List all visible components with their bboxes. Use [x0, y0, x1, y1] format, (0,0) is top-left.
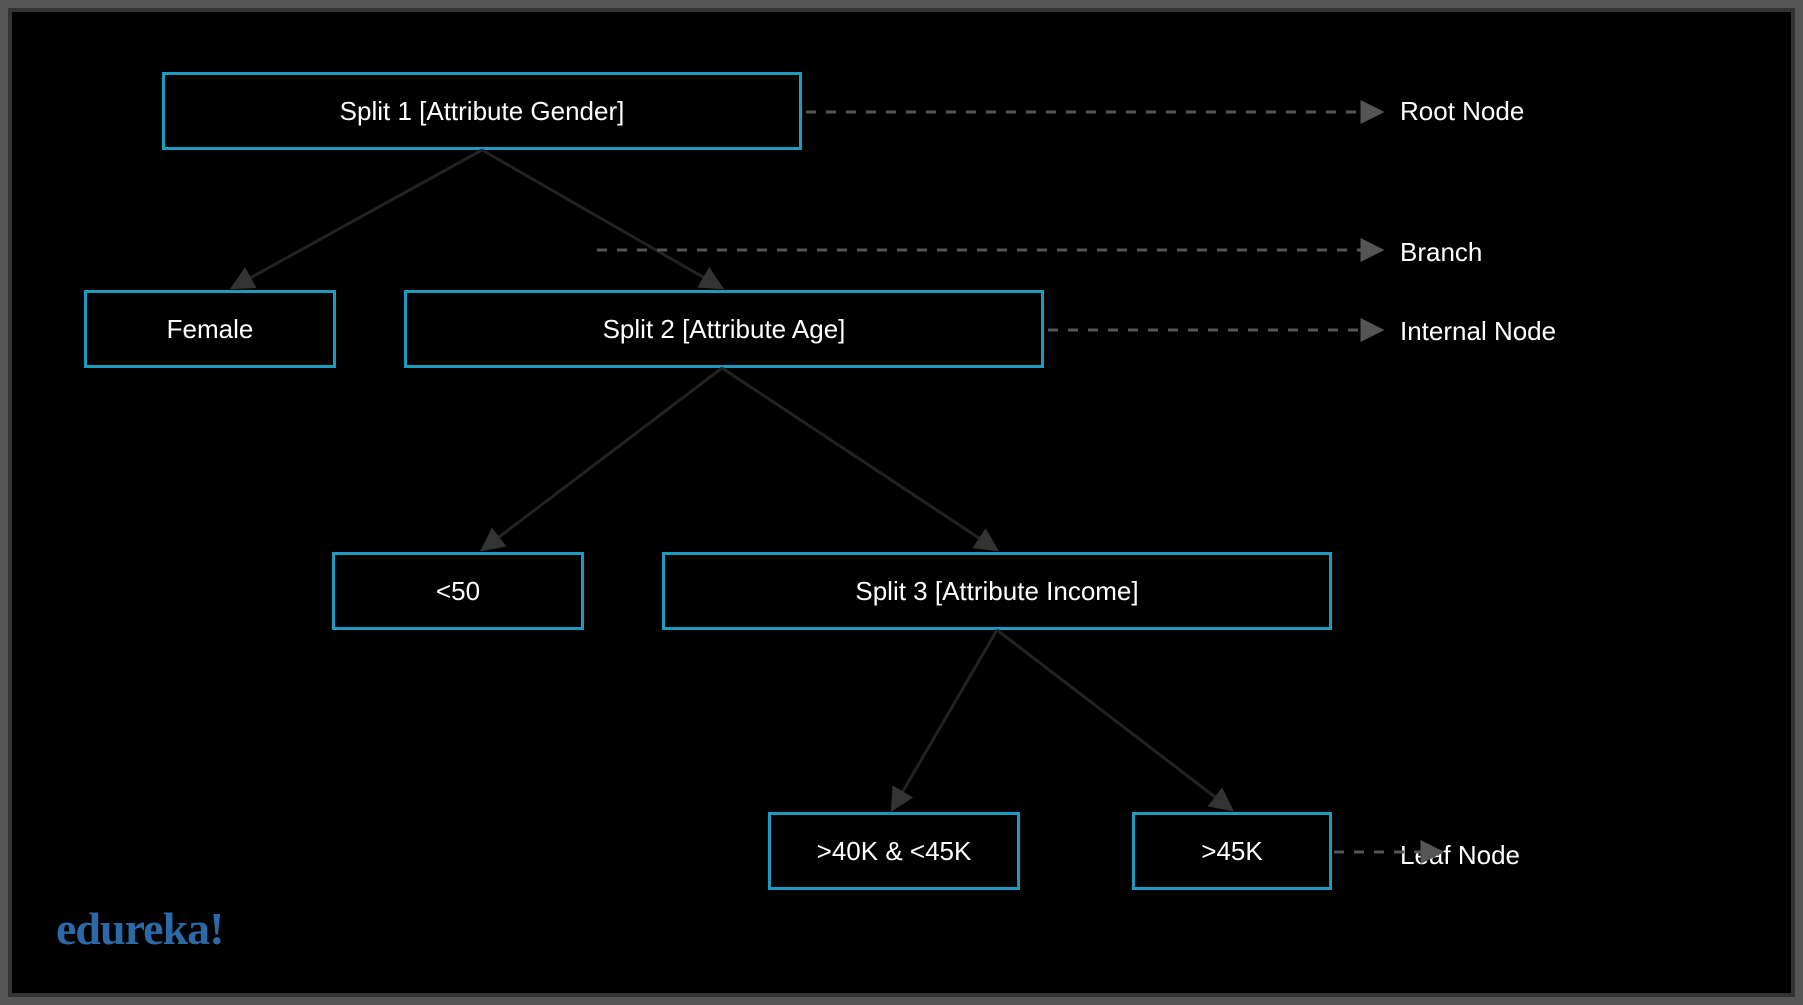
label-internal-node: Internal Node: [1400, 316, 1556, 347]
box-gt45k: >45K: [1132, 812, 1332, 890]
box-female-label: Female: [167, 314, 254, 345]
edge-split1-female: [232, 150, 482, 288]
box-lt50: <50: [332, 552, 584, 630]
box-split1-label: Split 1 [Attribute Gender]: [340, 96, 625, 127]
label-root-node: Root Node: [1400, 96, 1524, 127]
box-inc40-45-label: >40K & <45K: [817, 836, 972, 867]
box-inc40-45: >40K & <45K: [768, 812, 1020, 890]
edge-split2-lt50: [482, 368, 722, 550]
edge-split3-inc4045: [892, 630, 997, 810]
box-split1: Split 1 [Attribute Gender]: [162, 72, 802, 150]
edge-split3-gt45k: [997, 630, 1232, 810]
box-split2: Split 2 [Attribute Age]: [404, 290, 1044, 368]
label-leaf-node: Leaf Node: [1400, 840, 1520, 871]
edureka-logo: edureka!: [56, 902, 224, 955]
edge-split2-split3: [722, 368, 997, 550]
box-lt50-label: <50: [436, 576, 480, 607]
box-split3: Split 3 [Attribute Income]: [662, 552, 1332, 630]
box-gt45k-label: >45K: [1201, 836, 1262, 867]
label-branch: Branch: [1400, 237, 1482, 268]
diagram-frame: Split 1 [Attribute Gender] Female Split …: [8, 8, 1795, 997]
box-split3-label: Split 3 [Attribute Income]: [855, 576, 1138, 607]
box-female: Female: [84, 290, 336, 368]
edge-split1-split2: [482, 150, 722, 288]
box-split2-label: Split 2 [Attribute Age]: [603, 314, 846, 345]
